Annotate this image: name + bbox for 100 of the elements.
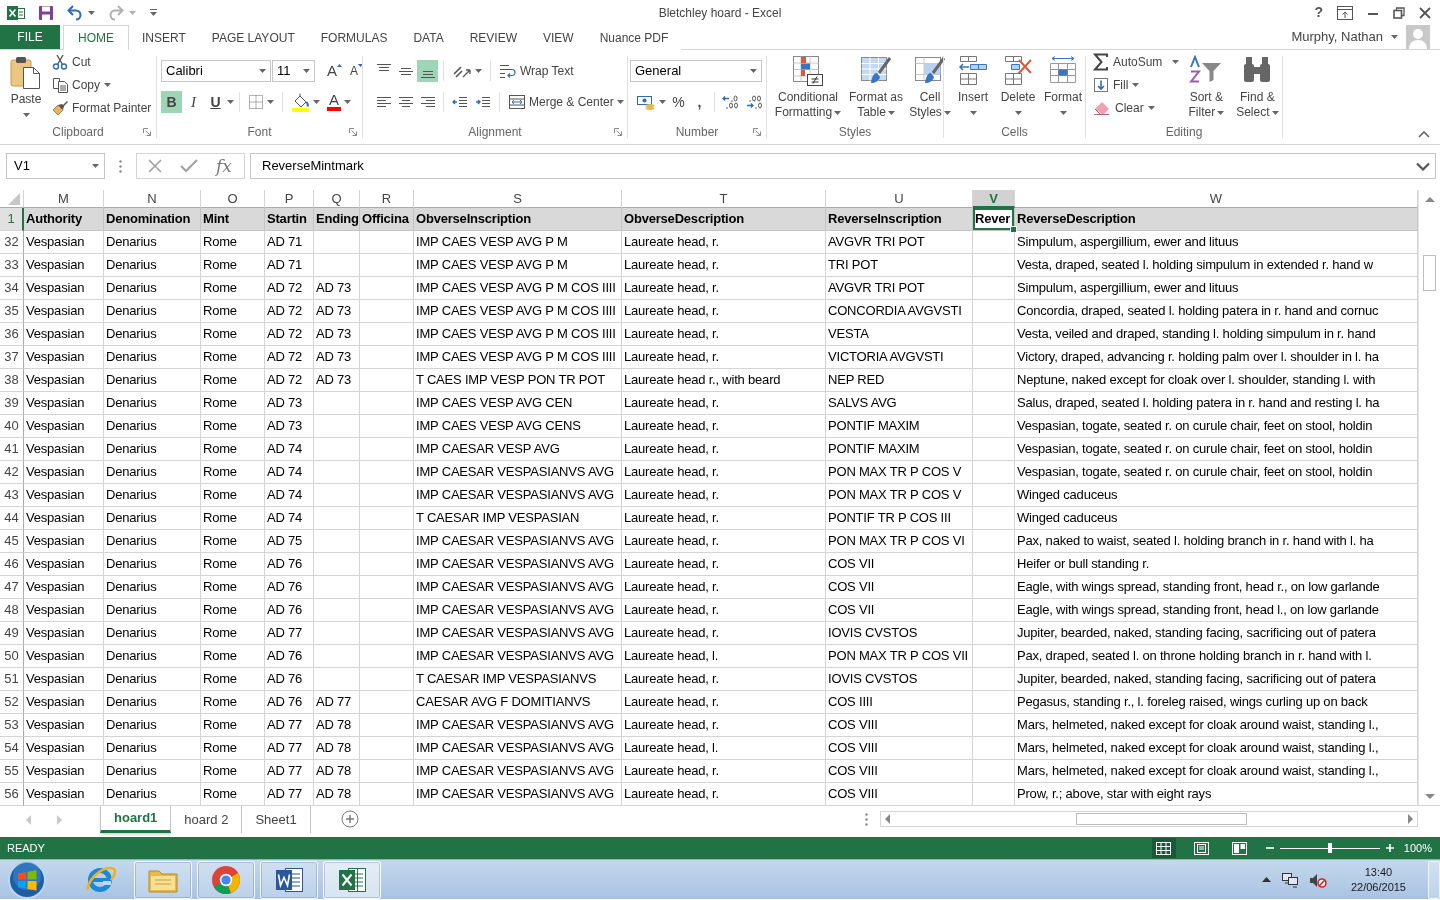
spreadsheet-cell[interactable]: Laureate head, r. <box>622 760 826 783</box>
save-icon[interactable] <box>38 4 54 21</box>
spreadsheet-cell[interactable]: IMP CAESAR VESPASIANVS AVG <box>414 461 622 484</box>
spreadsheet-cell[interactable]: PON MAX TR P COS V <box>826 461 973 484</box>
spreadsheet-cell[interactable]: Laureate head r., with beard <box>622 369 826 392</box>
italic-button[interactable]: I <box>183 91 204 113</box>
column-header[interactable]: T <box>622 190 826 208</box>
empty-cell[interactable] <box>314 645 360 668</box>
row-number[interactable]: 48 <box>0 599 24 622</box>
empty-cell[interactable] <box>973 576 1015 599</box>
spreadsheet-cell[interactable]: Pegasus, standing r., l. foreleg raised, wings curling up on back <box>1015 691 1418 714</box>
spreadsheet-cell[interactable]: Laureate head, r. <box>622 714 826 737</box>
row-number[interactable]: 39 <box>0 392 24 415</box>
empty-cell[interactable] <box>360 622 414 645</box>
spreadsheet-cell[interactable]: AD 76 <box>265 645 314 668</box>
spreadsheet-cell[interactable]: Rome <box>201 530 265 553</box>
start-button[interactable] <box>7 859 47 900</box>
empty-cell[interactable] <box>973 599 1015 622</box>
spreadsheet-cell[interactable]: Neptune, naked except for cloak over l. shoulder, standing l. with <box>1015 369 1418 392</box>
empty-cell[interactable] <box>973 415 1015 438</box>
show-hidden-icons-icon[interactable] <box>1261 877 1271 882</box>
spreadsheet-cell[interactable]: Rome <box>201 231 265 254</box>
spreadsheet-cell[interactable]: Laureate head, r. <box>622 530 826 553</box>
horizontal-scrollbar[interactable] <box>880 811 1418 827</box>
spreadsheet-cell[interactable]: COS VIII <box>826 760 973 783</box>
spreadsheet-cell[interactable]: Vespasian <box>24 783 104 806</box>
empty-cell[interactable] <box>314 599 360 622</box>
spreadsheet-cell[interactable]: Rome <box>201 346 265 369</box>
align-bottom-button[interactable] <box>417 60 438 82</box>
close-icon[interactable] <box>1419 6 1431 19</box>
empty-cell[interactable] <box>973 737 1015 760</box>
row-number[interactable]: 45 <box>0 530 24 553</box>
spreadsheet-cell[interactable]: Rever <box>973 208 1015 231</box>
spreadsheet-cell[interactable]: Rome <box>201 576 265 599</box>
spreadsheet-cell[interactable]: Laureate head, r. <box>622 277 826 300</box>
check-icon[interactable] <box>180 159 198 173</box>
empty-cell[interactable] <box>973 553 1015 576</box>
spreadsheet-cell[interactable]: Laureate head, r. <box>622 254 826 277</box>
conditional-formatting-button[interactable]: Conditional Formatting <box>771 50 845 123</box>
redo-icon[interactable] <box>108 4 124 21</box>
spreadsheet-cell[interactable]: AD 73 <box>314 369 360 392</box>
spreadsheet-cell[interactable]: AD 73 <box>265 392 314 415</box>
spreadsheet-cell[interactable]: Pax, draped, seated l. on throne holding branch in r. hand with l. <box>1015 645 1418 668</box>
scrollbar-thumb[interactable] <box>1076 813 1247 825</box>
spreadsheet-cell[interactable]: IMP CAESAR VESPASIANVS AVG <box>414 737 622 760</box>
empty-cell[interactable] <box>360 415 414 438</box>
spreadsheet-cell[interactable]: AD 76 <box>265 553 314 576</box>
spreadsheet-cell[interactable]: Rome <box>201 737 265 760</box>
spreadsheet-cell[interactable]: AD 73 <box>314 346 360 369</box>
spreadsheet-cell[interactable]: Rome <box>201 760 265 783</box>
empty-cell[interactable] <box>314 553 360 576</box>
account-name[interactable]: Murphy, Nathan <box>1291 27 1383 47</box>
spreadsheet-cell[interactable]: Jupiter, bearded, naked, standing facing, sacrificing out of patera <box>1015 668 1418 691</box>
spreadsheet-cell[interactable]: AVGVR TRI POT <box>826 277 973 300</box>
spreadsheet-cell[interactable]: Rome <box>201 691 265 714</box>
spreadsheet-cell[interactable]: AD 78 <box>314 737 360 760</box>
shrink-font-button[interactable]: A <box>346 60 367 82</box>
empty-cell[interactable] <box>314 392 360 415</box>
spreadsheet-cell[interactable]: Vespasian <box>24 346 104 369</box>
spreadsheet-cell[interactable]: Vespasian <box>24 461 104 484</box>
empty-cell[interactable] <box>360 484 414 507</box>
spreadsheet-cell[interactable]: AVGVR TRI POT <box>826 231 973 254</box>
spreadsheet-cell[interactable]: ObverseDescription <box>622 208 826 231</box>
spreadsheet-cell[interactable]: Vespasian <box>24 645 104 668</box>
empty-cell[interactable] <box>360 277 414 300</box>
fill-handle[interactable] <box>1010 226 1017 233</box>
spreadsheet-cell[interactable]: Denarius <box>104 530 201 553</box>
spreadsheet-cell[interactable]: Rome <box>201 484 265 507</box>
empty-cell[interactable] <box>973 369 1015 392</box>
column-header[interactable]: M <box>24 190 104 208</box>
empty-cell[interactable] <box>973 484 1015 507</box>
spreadsheet-cell[interactable]: Denarius <box>104 737 201 760</box>
spreadsheet-cell[interactable]: Rome <box>201 438 265 461</box>
avatar-icon[interactable] <box>1406 25 1430 49</box>
next-sheet-icon[interactable] <box>56 814 63 825</box>
spreadsheet-cell[interactable]: AD 72 <box>265 346 314 369</box>
spreadsheet-cell[interactable]: Laureate head, l. <box>622 645 826 668</box>
spreadsheet-cell[interactable]: AD 76 <box>265 668 314 691</box>
spreadsheet-cell[interactable]: Rome <box>201 714 265 737</box>
spreadsheet-cell[interactable]: IOVIS CVSTOS <box>826 622 973 645</box>
spreadsheet-cell[interactable]: Laureate head, r. <box>622 507 826 530</box>
spreadsheet-cell[interactable]: COS VII <box>826 576 973 599</box>
format-painter-button[interactable]: Format Painter <box>49 96 155 119</box>
spreadsheet-cell[interactable]: Rome <box>201 599 265 622</box>
empty-cell[interactable] <box>973 714 1015 737</box>
spreadsheet-cell[interactable]: AD 76 <box>265 691 314 714</box>
spreadsheet-cell[interactable]: Eagle, with wings spread, standing front, head l., on low garlande <box>1015 599 1418 622</box>
row-number[interactable]: 53 <box>0 714 24 737</box>
spreadsheet-cell[interactable]: COS IIII <box>826 691 973 714</box>
clock-date[interactable]: 22/06/2015 <box>1350 879 1406 895</box>
spreadsheet-cell[interactable]: Rome <box>201 277 265 300</box>
empty-cell[interactable] <box>973 277 1015 300</box>
spreadsheet-cell[interactable]: Laureate head, r. <box>622 691 826 714</box>
spreadsheet-cell[interactable]: Denarius <box>104 300 201 323</box>
row-number[interactable]: 38 <box>0 369 24 392</box>
font-name-field[interactable]: Calibri <box>161 60 271 82</box>
empty-cell[interactable] <box>973 461 1015 484</box>
spreadsheet-cell[interactable]: Vespasian <box>24 369 104 392</box>
spreadsheet-cell[interactable]: VESTA <box>826 323 973 346</box>
row-number[interactable]: 40 <box>0 415 24 438</box>
